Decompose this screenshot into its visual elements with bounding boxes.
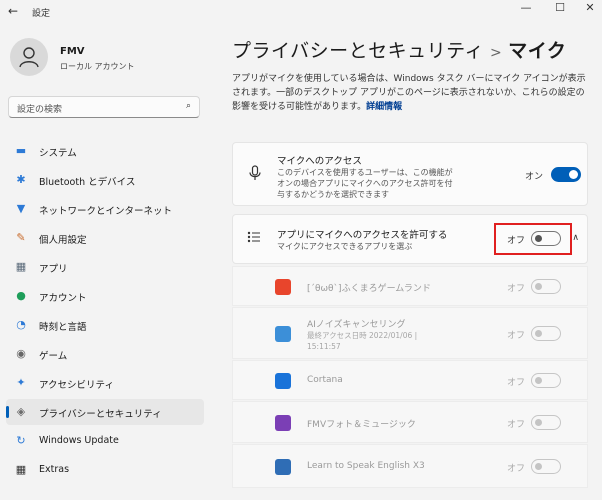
fukumaro-app-icon (275, 279, 291, 295)
toggle-knob (535, 283, 542, 290)
extras-icon: ▦ (15, 463, 27, 476)
sidebar-item-time-language[interactable]: ◔ 時刻と言語 (6, 312, 204, 338)
sidebar-item-label: Windows Update (39, 435, 119, 446)
sidebar-item-extras[interactable]: ▦ Extras (6, 457, 204, 483)
maximize-button[interactable]: ☐ (550, 1, 570, 14)
breadcrumb-current: マイク (508, 40, 567, 62)
app-access-title: アプリにマイクへのアクセスを許可する (277, 230, 448, 241)
update-icon: ↻ (16, 434, 26, 447)
app-subtitle: 最終アクセス日時 2022/01/06 | 15:11:57 (307, 331, 418, 351)
toggle-knob (535, 330, 542, 337)
ai-noise-app-icon (275, 326, 291, 342)
avatar[interactable] (10, 38, 48, 76)
minimize-button[interactable]: — (516, 1, 536, 14)
chevron-up-icon[interactable]: ∧ (572, 233, 579, 243)
app-state: オフ (507, 420, 526, 430)
close-button[interactable]: ✕ (580, 1, 600, 14)
sidebar-item-label: アプリ (39, 264, 68, 275)
sidebar-item-gaming[interactable]: ◉ ゲーム (6, 341, 204, 367)
highlight-box (494, 223, 572, 255)
toggle-knob (535, 377, 542, 384)
toggle-knob (535, 419, 542, 426)
person-icon (19, 47, 39, 68)
sidebar-item-label: ゲーム (39, 351, 68, 362)
sidebar-item-windows-update[interactable]: ↻ Windows Update (6, 428, 204, 454)
app-row-ai-noise: AIノイズキャンセリング 最終アクセス日時 2022/01/06 | 15:11… (232, 307, 588, 359)
globe-clock-icon: ◔ (16, 318, 26, 331)
sidebar-item-system[interactable]: ▬ システム (6, 138, 204, 164)
app-row-cortana: Cortana オフ (232, 360, 588, 400)
toggle-knob (569, 170, 578, 179)
sidebar-item-label: プライバシーとセキュリティ (39, 409, 162, 420)
search-icon[interactable]: ⌕ (186, 101, 191, 111)
mic-access-card: マイクへのアクセス このデバイスを使用するユーザーは、この機能がオンの場合アプリ… (232, 142, 588, 206)
description-text: アプリがマイクを使用している場合は、Windows タスク バーにマイク アイコ… (232, 74, 586, 112)
sidebar-item-accounts[interactable]: ● アカウント (6, 283, 204, 309)
mic-access-subtitle: このデバイスを使用するユーザーは、この機能がオンの場合アプリにマイクへのアクセス… (277, 168, 453, 199)
shield-icon: ◈ (16, 405, 26, 418)
title-bar: ← 設定 — ☐ ✕ (0, 0, 602, 24)
sidebar-item-label: 個人用設定 (39, 235, 87, 246)
breadcrumb-parent[interactable]: プライバシーとセキュリティ (232, 40, 484, 62)
search-input[interactable]: 設定の検索 ⌕ (8, 96, 200, 118)
sidebar-item-accessibility[interactable]: ✦ アクセシビリティ (6, 370, 204, 396)
sidebar-item-apps[interactable]: ▦ アプリ (6, 254, 204, 280)
app-toggle[interactable] (531, 459, 561, 474)
accessibility-icon: ✦ (16, 376, 26, 389)
app-state: オフ (507, 378, 526, 388)
app-row-learn-english: Learn to Speak English X3 オフ (232, 444, 588, 488)
app-title: 設定 (32, 9, 51, 19)
user-account-type: ローカル アカウント (60, 62, 135, 71)
learn-more-link[interactable]: 詳細情報 (366, 102, 402, 112)
app-name: AIノイズキャンセリング (307, 320, 406, 330)
search-placeholder: 設定の検索 (17, 105, 63, 115)
account-icon: ● (16, 289, 26, 302)
app-name: Learn to Speak English X3 (307, 461, 425, 471)
microphone-icon (249, 165, 261, 184)
app-state: オフ (507, 284, 526, 294)
learn-english-app-icon (275, 459, 291, 475)
sidebar-item-network[interactable]: ▼ ネットワークとインターネット (6, 196, 204, 222)
app-row-fmv-photo: FMVフォト＆ミュージック オフ (232, 401, 588, 443)
sidebar-item-label: アカウント (39, 293, 87, 304)
monitor-icon: ▬ (15, 144, 27, 157)
gamepad-icon: ◉ (16, 347, 26, 360)
mic-access-toggle[interactable] (551, 167, 581, 182)
app-name: FMVフォト＆ミュージック (307, 420, 416, 430)
app-toggle[interactable] (531, 415, 561, 430)
bluetooth-icon: ✱ (16, 173, 26, 186)
sidebar-item-label: システム (39, 148, 77, 159)
wifi-icon: ▼ (16, 202, 26, 215)
sidebar-item-personalization[interactable]: ✎ 個人用設定 (6, 225, 204, 251)
sidebar-item-label: ネットワークとインターネット (39, 206, 173, 217)
app-name: [ˊθωθˋ]ふくまろゲームランド (307, 284, 431, 294)
brush-icon: ✎ (16, 231, 26, 244)
sidebar-item-label: Extras (39, 464, 70, 475)
mic-access-state: オン (525, 172, 544, 182)
mic-access-title: マイクへのアクセス (277, 156, 362, 167)
app-row-fukumaro: [ˊθωθˋ]ふくまろゲームランド オフ (232, 266, 588, 306)
page-description: アプリがマイクを使用している場合は、Windows タスク バーにマイク アイコ… (232, 72, 588, 114)
list-icon (247, 231, 261, 247)
sidebar-item-label: アクセシビリティ (39, 380, 114, 391)
back-arrow-icon[interactable]: ← (8, 4, 18, 18)
page-title: プライバシーとセキュリティ > マイク (232, 36, 566, 63)
app-state: オフ (507, 464, 526, 474)
app-access-subtitle: マイクにアクセスできるアプリを選ぶ (277, 242, 413, 251)
toggle-knob (535, 463, 542, 470)
app-toggle[interactable] (531, 373, 561, 388)
sidebar-item-bluetooth[interactable]: ✱ Bluetooth とデバイス (6, 167, 204, 193)
app-toggle[interactable] (531, 326, 561, 341)
app-state: オフ (507, 331, 526, 341)
app-name: Cortana (307, 375, 343, 385)
user-name: FMV (60, 46, 85, 57)
cortana-app-icon (275, 373, 291, 389)
sidebar-item-label: Bluetooth とデバイス (39, 177, 136, 188)
sidebar-item-label: 時刻と言語 (39, 322, 87, 333)
sidebar-item-privacy-security[interactable]: ◈ プライバシーとセキュリティ (6, 399, 204, 425)
app-toggle[interactable] (531, 279, 561, 294)
fmv-photo-app-icon (275, 415, 291, 431)
apps-icon: ▦ (15, 260, 27, 273)
breadcrumb-separator: > (489, 45, 503, 61)
